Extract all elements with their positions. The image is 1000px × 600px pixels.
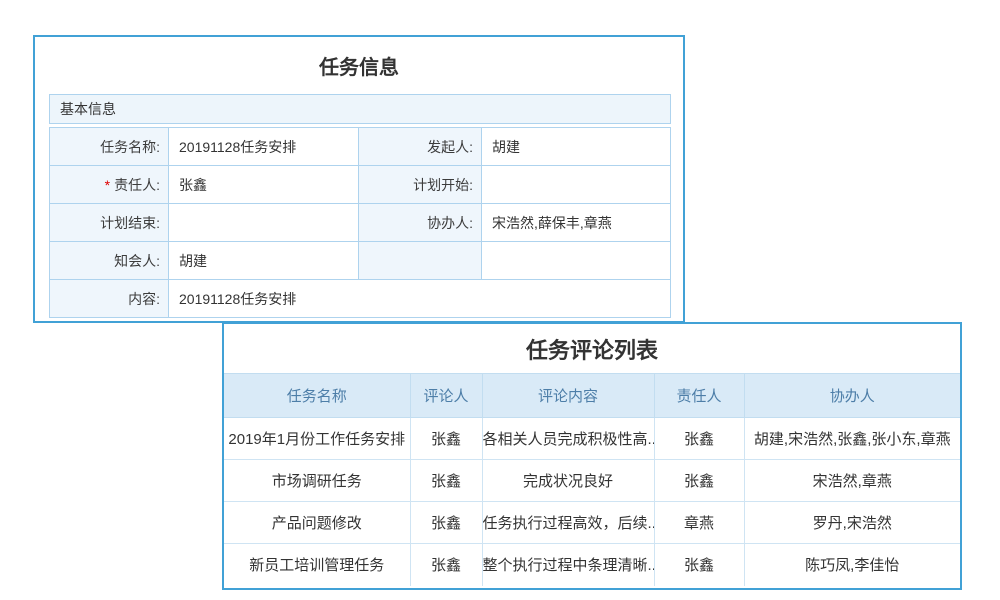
required-asterisk: * (105, 177, 110, 193)
table-row: 产品问题修改 张鑫 任务执行过程高效，后续... 章燕 罗丹,宋浩然 (224, 502, 960, 544)
commenter-link[interactable]: 张鑫 (410, 502, 482, 544)
initiator-value: 胡建 (482, 128, 671, 166)
basic-info-section-header: 基本信息 (49, 94, 671, 124)
empty-label-cell (359, 242, 482, 280)
col-header-owner: 责任人 (654, 374, 744, 418)
task-name-link[interactable]: 2019年1月份工作任务安排 (224, 418, 410, 460)
owner-link[interactable]: 章燕 (654, 502, 744, 544)
task-name-value: 20191128任务安排 (169, 128, 359, 166)
empty-value-cell (482, 242, 671, 280)
task-name-link[interactable]: 新员工培训管理任务 (224, 544, 410, 586)
assistants-text: 罗丹,宋浩然 (744, 502, 960, 544)
basic-info-section: 基本信息 任务名称: 20191128任务安排 发起人: 胡建 *责任人: 张鑫… (49, 94, 671, 318)
task-name-link[interactable]: 市场调研任务 (224, 460, 410, 502)
owner-value: 张鑫 (169, 166, 359, 204)
assistants-text: 陈巧凤,李佳怡 (744, 544, 960, 586)
task-info-form-table: 任务名称: 20191128任务安排 发起人: 胡建 *责任人: 张鑫 计划开始… (49, 127, 671, 318)
col-header-task-name: 任务名称 (224, 374, 410, 418)
table-row: 市场调研任务 张鑫 完成状况良好 张鑫 宋浩然,章燕 (224, 460, 960, 502)
comment-list-card: 任务评论列表 任务名称 评论人 评论内容 责任人 协办人 2019年1月份工作任… (222, 322, 962, 590)
commenter-link[interactable]: 张鑫 (410, 544, 482, 586)
cc-label: 知会人: (50, 242, 169, 280)
owner-label: *责任人: (50, 166, 169, 204)
owner-link[interactable]: 张鑫 (654, 544, 744, 586)
plan-start-label: 计划开始: (359, 166, 482, 204)
task-info-card: 任务信息 基本信息 任务名称: 20191128任务安排 发起人: 胡建 *责任… (33, 35, 685, 323)
initiator-label: 发起人: (359, 128, 482, 166)
table-row: 2019年1月份工作任务安排 张鑫 各相关人员完成积极性高... 张鑫 胡建,宋… (224, 418, 960, 460)
plan-start-value (482, 166, 671, 204)
assistant-label: 协办人: (359, 204, 482, 242)
col-header-commenter: 评论人 (410, 374, 482, 418)
owner-link[interactable]: 张鑫 (654, 418, 744, 460)
form-row-planend-assistant: 计划结束: 协办人: 宋浩然,薛保丰,章燕 (50, 204, 671, 242)
col-header-comment: 评论内容 (482, 374, 654, 418)
comment-text: 整个执行过程中条理清晰... (482, 544, 654, 586)
form-row-owner-planstart: *责任人: 张鑫 计划开始: (50, 166, 671, 204)
form-row-content: 内容: 20191128任务安排 (50, 280, 671, 318)
assistant-value: 宋浩然,薛保丰,章燕 (482, 204, 671, 242)
col-header-assistants: 协办人 (744, 374, 960, 418)
comment-text: 各相关人员完成积极性高... (482, 418, 654, 460)
content-label: 内容: (50, 280, 169, 318)
owner-link[interactable]: 张鑫 (654, 460, 744, 502)
task-name-label: 任务名称: (50, 128, 169, 166)
comment-list-title: 任务评论列表 (224, 324, 960, 373)
plan-end-label: 计划结束: (50, 204, 169, 242)
form-row-name-initiator: 任务名称: 20191128任务安排 发起人: 胡建 (50, 128, 671, 166)
comment-table: 任务名称 评论人 评论内容 责任人 协办人 2019年1月份工作任务安排 张鑫 … (224, 373, 960, 586)
cc-value: 胡建 (169, 242, 359, 280)
content-value: 20191128任务安排 (169, 280, 671, 318)
plan-end-value (169, 204, 359, 242)
task-info-title: 任务信息 (35, 37, 683, 94)
owner-label-text: 责任人: (114, 177, 160, 193)
table-row: 新员工培训管理任务 张鑫 整个执行过程中条理清晰... 张鑫 陈巧凤,李佳怡 (224, 544, 960, 586)
task-name-link[interactable]: 产品问题修改 (224, 502, 410, 544)
form-row-cc: 知会人: 胡建 (50, 242, 671, 280)
comment-table-header-row: 任务名称 评论人 评论内容 责任人 协办人 (224, 374, 960, 418)
comment-text: 完成状况良好 (482, 460, 654, 502)
commenter-link[interactable]: 张鑫 (410, 418, 482, 460)
comment-text: 任务执行过程高效，后续... (482, 502, 654, 544)
assistants-text: 宋浩然,章燕 (744, 460, 960, 502)
commenter-link[interactable]: 张鑫 (410, 460, 482, 502)
assistants-text: 胡建,宋浩然,张鑫,张小东,章燕 (744, 418, 960, 460)
